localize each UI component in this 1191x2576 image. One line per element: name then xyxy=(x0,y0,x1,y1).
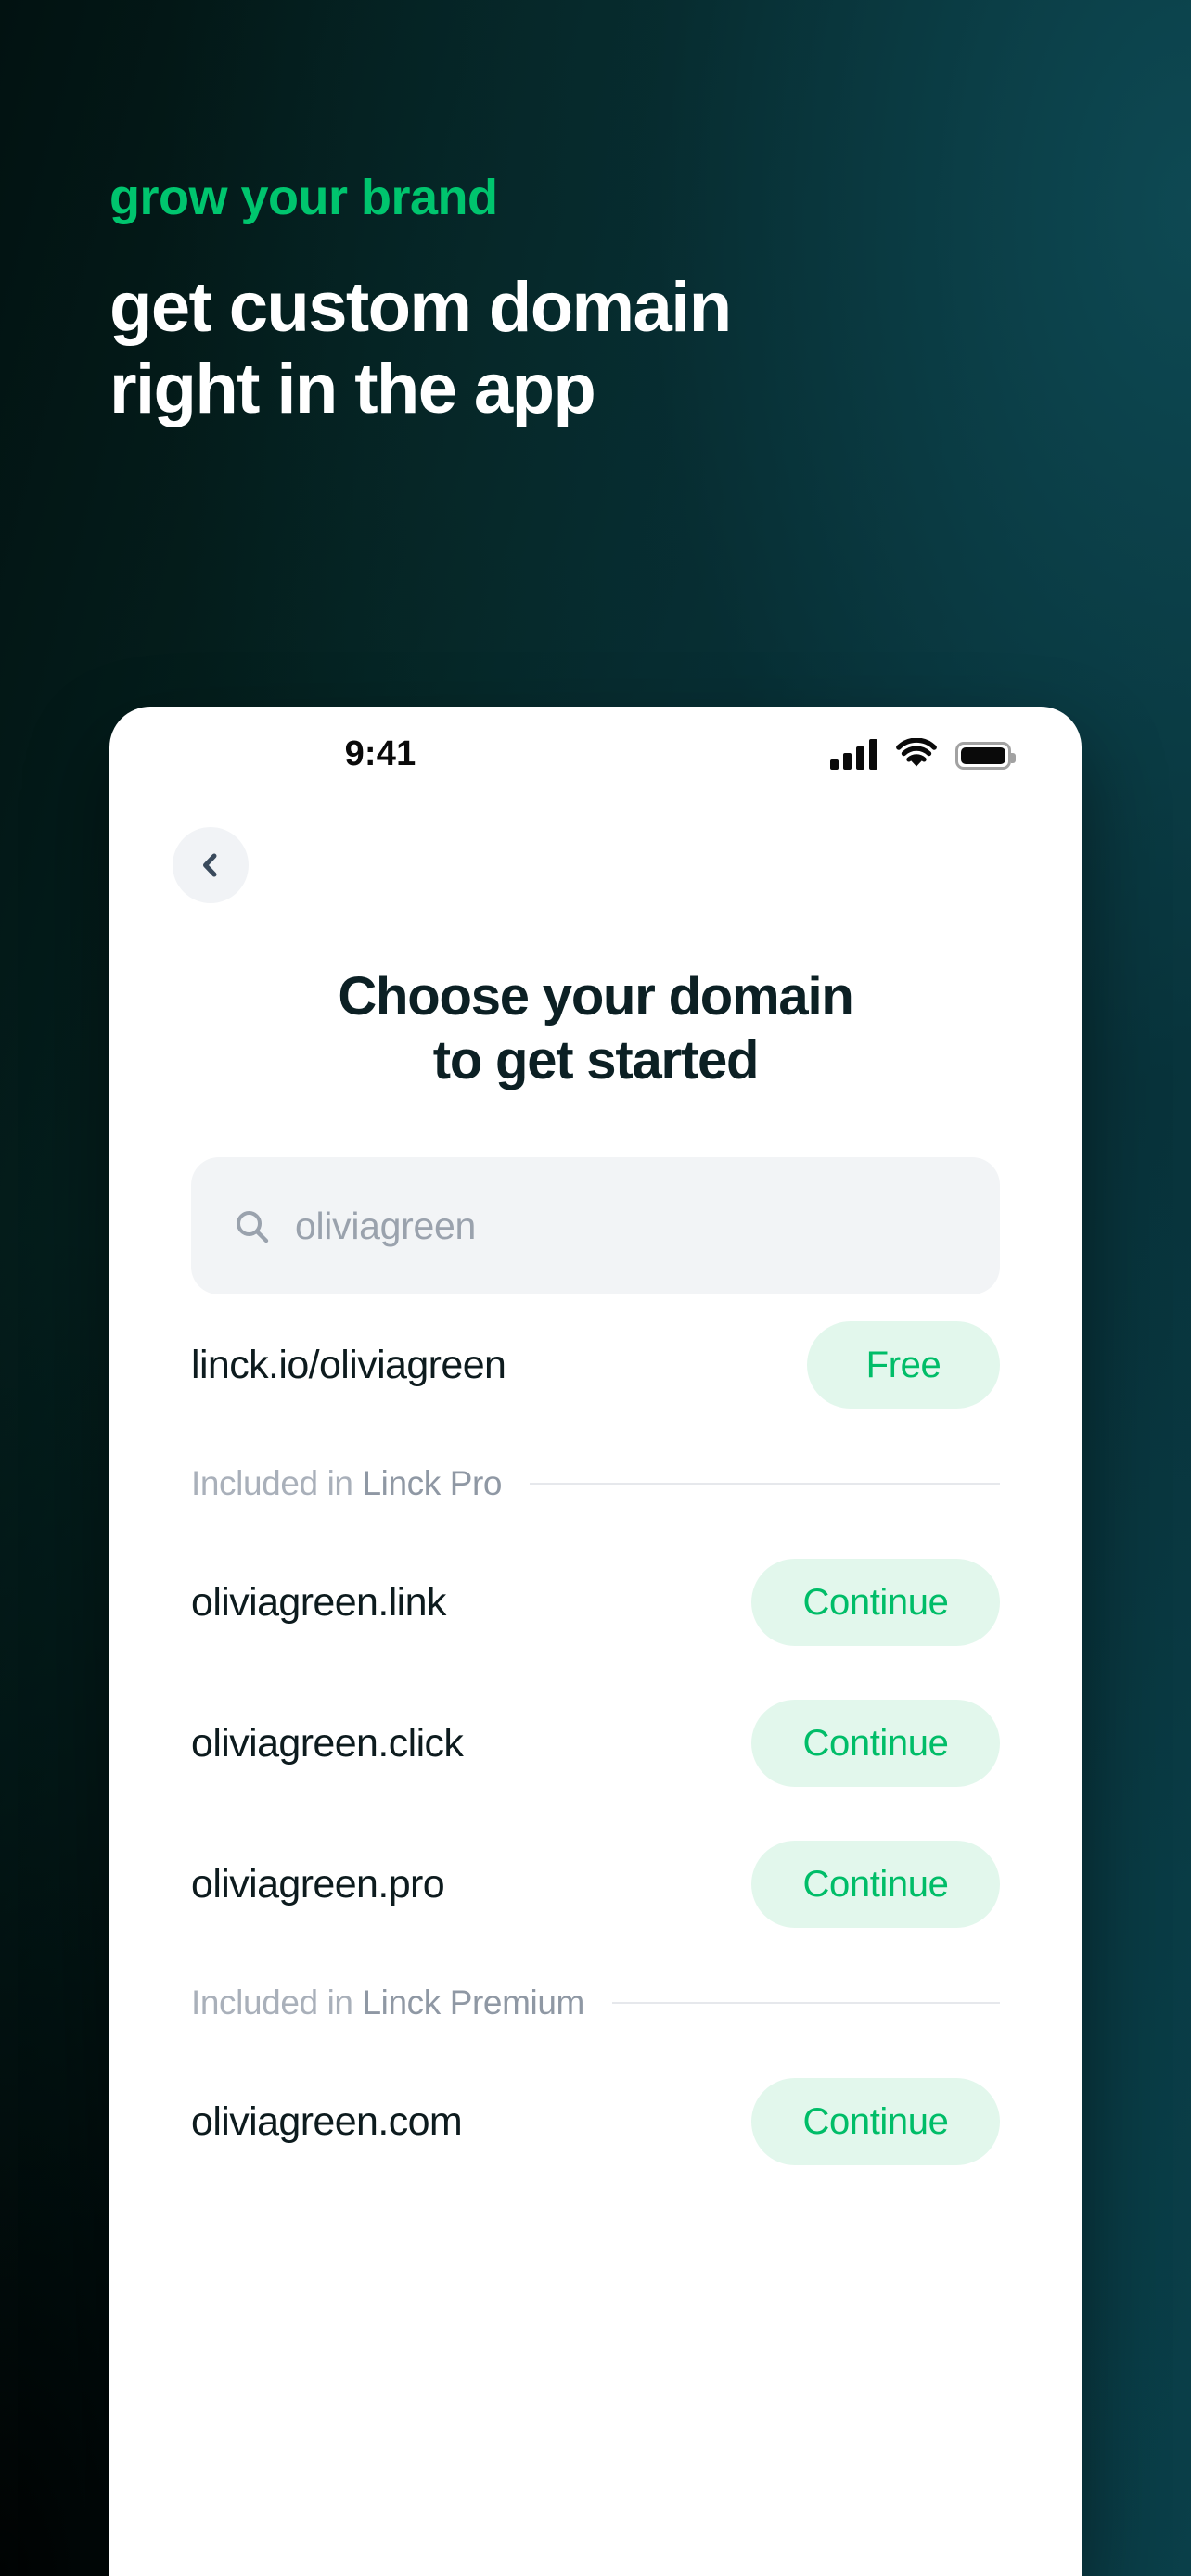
section-header-prefix: Included in xyxy=(191,1983,363,2022)
page-title-line-2: to get started xyxy=(432,1030,760,1091)
section-header-label: Included in Linck Premium xyxy=(191,1983,584,2022)
status-bar: 9:41 xyxy=(109,707,1082,809)
section-header-label: Included in Linck Pro xyxy=(191,1464,502,1503)
promo-screenshot: grow your brand get custom domain right … xyxy=(0,0,1191,2576)
domain-row-primary[interactable]: linck.io/oliviagreen Free xyxy=(191,1294,1000,1435)
hero-headline-line-1: get custom domain xyxy=(109,268,732,347)
domain-row[interactable]: oliviagreen.link Continue xyxy=(191,1532,1000,1673)
battery-full-icon xyxy=(955,742,1016,770)
cellular-bars-icon xyxy=(830,738,877,770)
domain-list: linck.io/oliviagreen Free Included in Li… xyxy=(109,1294,1082,2192)
domain-name: oliviagreen.pro xyxy=(191,1861,445,1906)
domain-name: oliviagreen.click xyxy=(191,1720,464,1766)
section-divider xyxy=(530,1483,1000,1486)
hero-headline-line-2: right in the app xyxy=(109,350,596,429)
hero-headline: get custom domain right in the app xyxy=(109,267,1093,430)
section-divider xyxy=(611,2002,1000,2005)
wifi-icon xyxy=(896,738,937,770)
continue-button[interactable]: Continue xyxy=(751,1559,1000,1647)
search-input[interactable]: oliviagreen xyxy=(191,1157,1000,1295)
domain-name: oliviagreen.com xyxy=(191,2098,463,2144)
continue-button[interactable]: Continue xyxy=(751,1841,1000,1929)
continue-button[interactable]: Continue xyxy=(751,2078,1000,2166)
domain-name: oliviagreen.link xyxy=(191,1579,446,1625)
domain-row[interactable]: oliviagreen.pro Continue xyxy=(191,1814,1000,1955)
section-header-prefix: Included in xyxy=(191,1464,363,1503)
section-header-plan: Linck Pro xyxy=(362,1464,503,1503)
page-title: Choose your domain to get started xyxy=(109,964,1082,1092)
back-button[interactable] xyxy=(173,827,249,903)
domain-row[interactable]: oliviagreen.com Continue xyxy=(191,2051,1000,2192)
status-bar-icons xyxy=(830,738,1016,770)
hero-eyebrow: grow your brand xyxy=(109,170,498,225)
phone-mockup: 9:41 Choose your domain to get started o… xyxy=(109,707,1082,2576)
hero-copy: grow your brand get custom domain right … xyxy=(109,172,1093,430)
section-header-plan: Linck Premium xyxy=(362,1983,584,2022)
chevron-left-icon xyxy=(203,853,217,877)
section-header-pro: Included in Linck Pro xyxy=(191,1435,1000,1532)
search-section: oliviagreen xyxy=(109,1092,1082,1295)
section-header-premium: Included in Linck Premium xyxy=(191,1955,1000,2051)
page-title-line-1: Choose your domain xyxy=(338,966,853,1027)
status-bar-time: 9:41 xyxy=(344,734,416,773)
domain-name: linck.io/oliviagreen xyxy=(191,1342,506,1387)
nav-bar xyxy=(109,809,1082,903)
domain-row[interactable]: oliviagreen.click Continue xyxy=(191,1673,1000,1814)
domain-action-badge[interactable]: Free xyxy=(807,1321,1000,1409)
search-input-value: oliviagreen xyxy=(295,1204,476,1247)
continue-button[interactable]: Continue xyxy=(751,1700,1000,1788)
search-icon xyxy=(232,1206,271,1245)
